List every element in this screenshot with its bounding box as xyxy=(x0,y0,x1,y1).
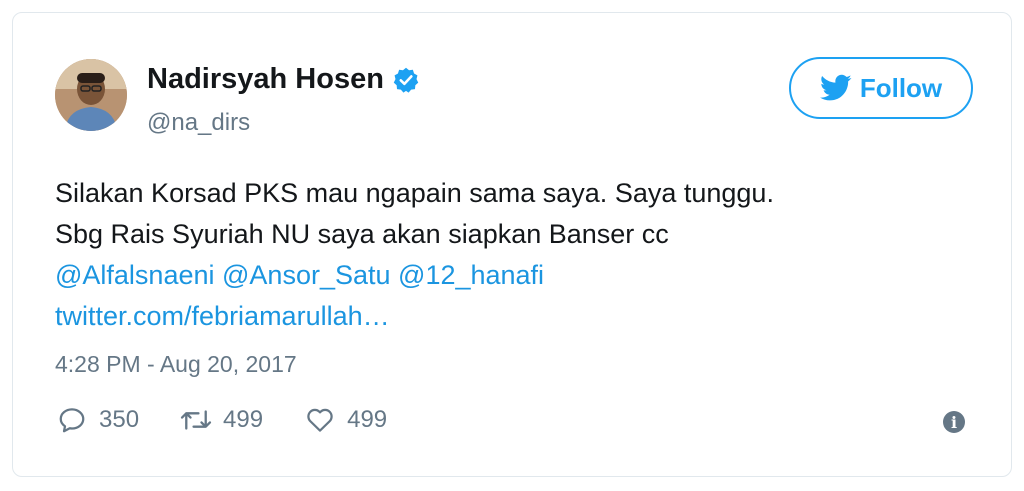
verified-badge-icon xyxy=(392,66,420,94)
user-handle[interactable]: @na_dirs xyxy=(147,109,250,137)
tweet-text: Silakan Korsad PKS mau ngapain sama saya… xyxy=(55,173,955,337)
like-button[interactable]: 499 xyxy=(303,405,387,435)
tweet-timestamp[interactable]: 4:28 PM - Aug 20, 2017 xyxy=(55,351,297,378)
display-name[interactable]: Nadirsyah Hosen xyxy=(147,63,384,96)
tweet-actions: 350 499 499 xyxy=(55,405,427,435)
follow-label[interactable]: Follow xyxy=(860,73,942,104)
tweet-line-2: Sbg Rais Syuriah NU saya akan siapkan Ba… xyxy=(55,219,669,249)
tweet-mentions-line: @Alfalsnaeni @Ansor_Satu @12_hanafi xyxy=(55,255,955,296)
reply-count: 350 xyxy=(99,406,140,433)
display-name-row[interactable]: Nadirsyah Hosen xyxy=(147,63,420,96)
tweet-url-link[interactable]: twitter.com/febriamarullah… xyxy=(55,296,955,337)
retweet-icon xyxy=(180,410,212,430)
like-count: 499 xyxy=(347,406,388,433)
retweet-count: 499 xyxy=(223,406,264,433)
info-icon[interactable]: i xyxy=(943,411,965,433)
twitter-bird-icon xyxy=(819,74,852,101)
like-heart-icon xyxy=(307,408,333,432)
follow-button[interactable]: Follow xyxy=(789,57,973,119)
tweet-card: Nadirsyah Hosen @na_dirs Follow Silakan … xyxy=(12,12,1012,477)
mention-link[interactable]: @Alfalsnaeni xyxy=(55,260,215,290)
mention-link[interactable]: @Ansor_Satu xyxy=(222,260,391,290)
tweet-line-1: Silakan Korsad PKS mau ngapain sama saya… xyxy=(55,178,774,208)
retweet-button[interactable]: 499 xyxy=(179,405,263,435)
reply-icon xyxy=(59,408,85,433)
mention-link[interactable]: @12_hanafi xyxy=(398,260,544,290)
avatar[interactable] xyxy=(55,59,127,131)
reply-button[interactable]: 350 xyxy=(55,405,139,435)
